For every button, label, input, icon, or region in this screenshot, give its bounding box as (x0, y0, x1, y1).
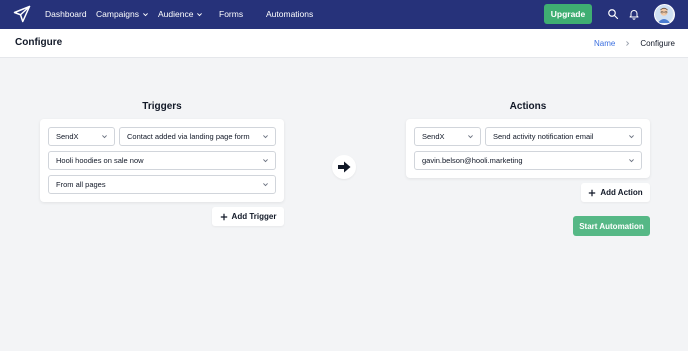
breadcrumb: Name Configure (594, 39, 675, 48)
upgrade-button[interactable]: Upgrade (544, 4, 592, 24)
paper-plane-logo-icon[interactable] (13, 5, 31, 23)
action-source-select[interactable]: SendX (414, 127, 481, 146)
plus-icon (220, 213, 227, 220)
start-automation-button[interactable]: Start Automation (573, 216, 650, 236)
actions-card: SendX Send activity notification email g… (406, 119, 650, 178)
breadcrumb-link-name[interactable]: Name (594, 39, 615, 48)
select-value: From all pages (56, 180, 106, 189)
page-header: Configure Name Configure (0, 29, 688, 58)
chevron-down-icon (468, 135, 473, 139)
trigger-form-select[interactable]: Hooli hoodies on sale now (48, 151, 276, 170)
select-value: gavin.belson@hooli.marketing (422, 156, 523, 165)
avatar[interactable] (654, 4, 675, 25)
chevron-right-icon (626, 41, 630, 46)
actions-heading: Actions (509, 101, 547, 112)
nav-item-label: Forms (219, 9, 244, 19)
plus-icon (589, 189, 596, 196)
button-label: Add Trigger (231, 212, 277, 221)
nav-item-label: Automations (266, 9, 314, 19)
select-value: Hooli hoodies on sale now (56, 156, 144, 165)
search-icon[interactable] (607, 8, 619, 20)
add-trigger-button[interactable]: Add Trigger (212, 207, 284, 226)
arrow-right-icon (338, 161, 351, 173)
triggers-heading: Triggers (142, 101, 182, 112)
trigger-pages-select[interactable]: From all pages (48, 175, 276, 194)
chevron-down-icon (263, 135, 268, 139)
select-value: SendX (56, 132, 79, 141)
nav-item-campaigns[interactable]: Campaigns (96, 0, 149, 29)
chevron-down-icon (629, 159, 634, 163)
select-value: Send activity notification email (493, 132, 594, 141)
flow-arrow (332, 155, 356, 179)
trigger-source-select[interactable]: SendX (48, 127, 115, 146)
page-title: Configure (15, 37, 63, 48)
action-email-select[interactable]: gavin.belson@hooli.marketing (414, 151, 642, 170)
nav-item-forms[interactable]: Forms (219, 0, 243, 29)
bell-icon[interactable] (628, 8, 640, 20)
breadcrumb-current: Configure (640, 39, 675, 48)
chevron-down-icon (102, 135, 107, 139)
nav-item-automations[interactable]: Automations (266, 0, 313, 29)
chevron-down-icon (263, 183, 268, 187)
nav-item-dashboard[interactable]: Dashboard (45, 0, 87, 29)
button-label: Add Action (600, 188, 643, 197)
chevron-down-icon (197, 13, 203, 17)
nav-item-audience[interactable]: Audience (158, 0, 203, 29)
select-value: SendX (422, 132, 445, 141)
nav-item-label: Campaigns (96, 9, 139, 19)
add-action-button[interactable]: Add Action (581, 183, 650, 202)
chevron-down-icon (263, 159, 268, 163)
action-type-select[interactable]: Send activity notification email (485, 127, 642, 146)
nav-item-label: Dashboard (45, 9, 87, 19)
select-value: Contact added via landing page form (127, 132, 250, 141)
avatar-image (655, 5, 673, 23)
trigger-event-select[interactable]: Contact added via landing page form (119, 127, 276, 146)
nav-item-label: Audience (158, 9, 194, 19)
chevron-down-icon (143, 13, 148, 17)
top-navigation-bar: Dashboard Campaigns Audience Forms Autom… (0, 0, 688, 29)
chevron-down-icon (629, 135, 634, 139)
triggers-card: SendX Contact added via landing page for… (40, 119, 284, 202)
